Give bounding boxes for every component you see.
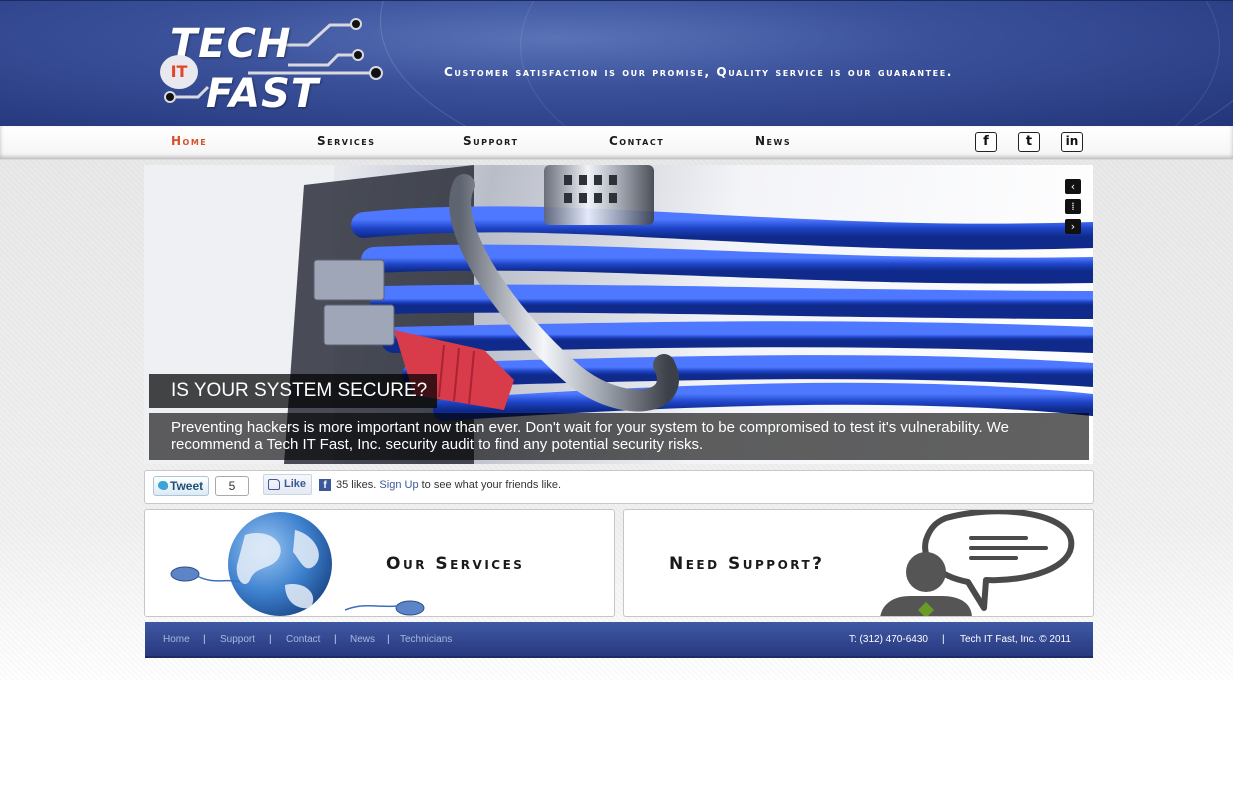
- footer-phone: T: (312) 470-6430: [849, 634, 928, 645]
- logo-it-badge: IT: [160, 55, 198, 89]
- slider-next-button[interactable]: ›: [1065, 219, 1081, 234]
- like-count-text: 35 likes.: [336, 479, 377, 491]
- hero-slider: ‹ ⁞ › IS YOUR SYSTEM SECURE? Preventing …: [144, 165, 1093, 464]
- services-promo[interactable]: Our Services: [144, 509, 615, 617]
- social-share-bar: Tweet 5 Like f 35 likes. Sign Up to see …: [144, 470, 1094, 504]
- nav-item-services[interactable]: Services: [317, 134, 376, 148]
- tweet-button[interactable]: Tweet: [153, 476, 209, 496]
- site-footer: Home | Support | Contact | News | Techni…: [145, 622, 1093, 658]
- linkedin-icon[interactable]: in: [1061, 132, 1083, 152]
- signup-link[interactable]: Sign Up: [379, 479, 418, 491]
- nav-item-support[interactable]: Support: [463, 134, 518, 148]
- header-swoosh: [520, 1, 1220, 126]
- facebook-icon[interactable]: f: [975, 132, 997, 152]
- footer-link-home[interactable]: Home: [163, 634, 190, 645]
- support-person-icon: [880, 510, 1075, 616]
- support-promo[interactable]: Need Support?: [623, 509, 1094, 617]
- like-suffix-text: to see what your friends like.: [421, 479, 562, 491]
- main-nav: Home Services Support Contact News f t i…: [0, 126, 1233, 160]
- nav-item-contact[interactable]: Contact: [609, 134, 664, 148]
- nav-item-home[interactable]: Home: [171, 134, 207, 148]
- footer-separator: |: [203, 634, 206, 645]
- thumbs-up-icon: [268, 479, 280, 490]
- footer-separator: |: [334, 634, 337, 645]
- footer-link-technicians[interactable]: Technicians: [400, 634, 452, 645]
- header-tagline: Customer satisfaction is our promise, Qu…: [444, 65, 953, 79]
- slider-pause-button[interactable]: ⁞: [1065, 199, 1081, 214]
- slide-caption-title: IS YOUR SYSTEM SECURE?: [149, 374, 437, 408]
- like-button[interactable]: Like: [263, 474, 312, 495]
- footer-copyright: Tech IT Fast, Inc. © 2011: [960, 634, 1071, 645]
- slide-caption-text: Preventing hackers is more important now…: [149, 413, 1089, 460]
- nav-item-news[interactable]: News: [755, 134, 791, 148]
- twitter-icon[interactable]: t: [1018, 132, 1040, 152]
- logo-text-fast: FAST: [206, 71, 320, 117]
- like-button-label: Like: [284, 478, 307, 490]
- site-logo[interactable]: TECH IT FAST: [158, 15, 388, 117]
- twitter-bird-icon: [158, 481, 168, 490]
- site-header: TECH IT FAST Customer satisfaction is ou…: [0, 0, 1233, 126]
- tweet-button-label: Tweet: [170, 479, 204, 493]
- footer-separator: |: [942, 634, 945, 645]
- facebook-small-icon: f: [319, 479, 331, 491]
- slider-prev-button[interactable]: ‹: [1065, 179, 1081, 194]
- services-promo-title: Our Services: [386, 554, 525, 574]
- tweet-count: 5: [215, 476, 249, 496]
- footer-link-contact[interactable]: Contact: [286, 634, 320, 645]
- footer-link-support[interactable]: Support: [220, 634, 255, 645]
- footer-separator: |: [387, 634, 390, 645]
- footer-separator: |: [269, 634, 272, 645]
- footer-link-news[interactable]: News: [350, 634, 375, 645]
- like-summary: 35 likes. Sign Up to see what your frien…: [336, 479, 561, 491]
- support-promo-title: Need Support?: [669, 554, 825, 574]
